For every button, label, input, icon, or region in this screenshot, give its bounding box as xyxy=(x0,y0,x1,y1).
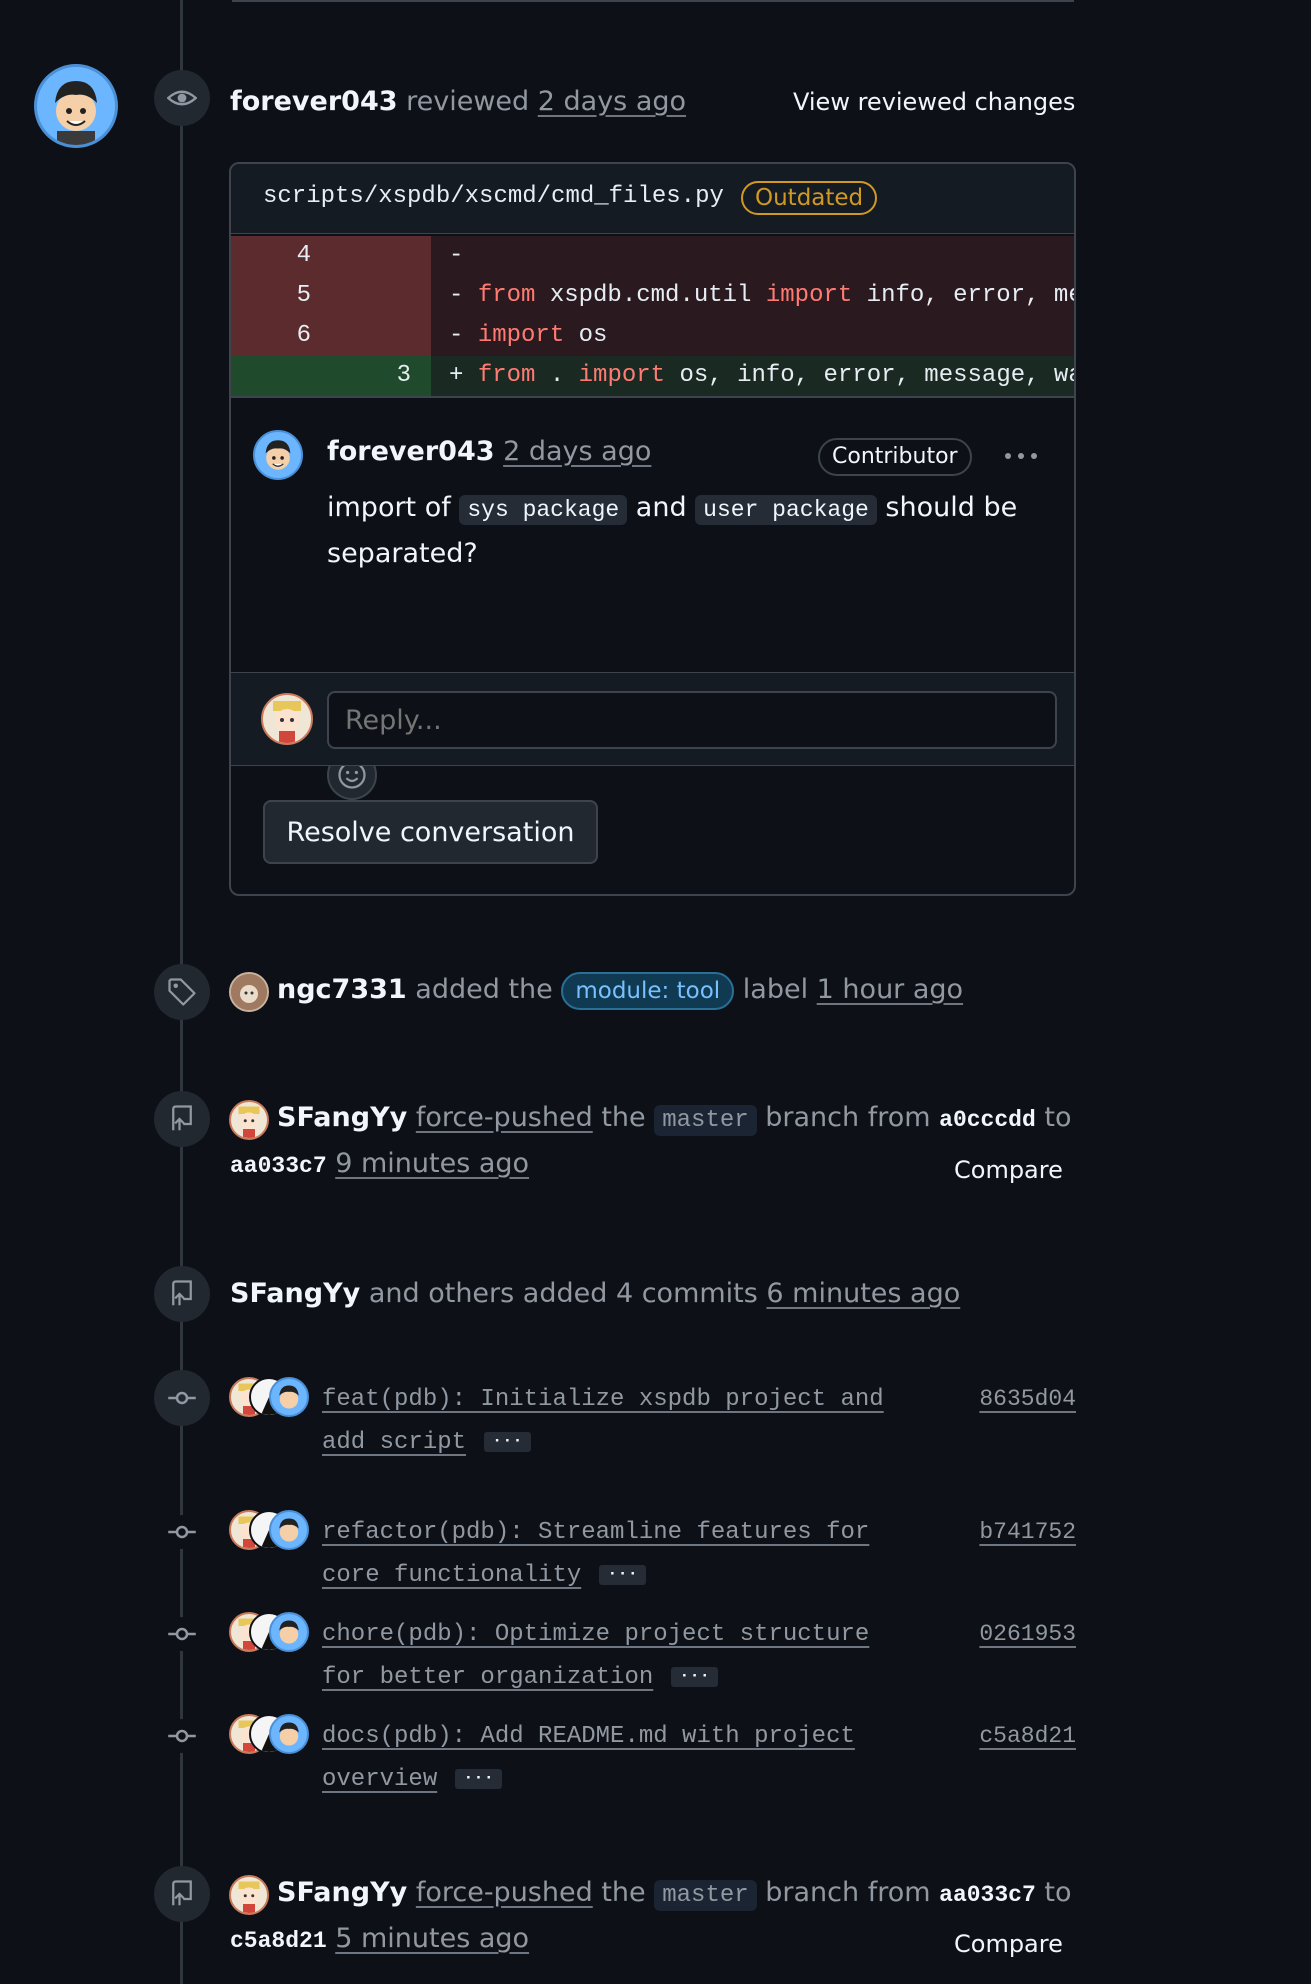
commit-sha[interactable]: 0261953 xyxy=(979,1621,1076,1647)
force-pushed-link[interactable]: force-pushed xyxy=(416,1102,593,1133)
force-pushed-link[interactable]: force-pushed xyxy=(416,1877,593,1908)
commit-sha[interactable]: c5a8d21 xyxy=(979,1723,1076,1749)
tag-icon xyxy=(168,978,196,1006)
push-event-text: SFangYy force-pushed the master branch f… xyxy=(277,1102,1072,1136)
branch-name[interactable]: master xyxy=(654,1105,757,1136)
commit-badge xyxy=(154,1370,210,1426)
commit-link[interactable]: core functionality xyxy=(322,1562,581,1589)
label-event-text: ngc7331 added the module: tool label 1 h… xyxy=(277,972,963,1010)
reviewer-name[interactable]: forever043 xyxy=(230,86,398,117)
commit-authors xyxy=(229,1377,313,1417)
git-commit-icon xyxy=(168,1729,196,1743)
comment-author[interactable]: forever043 xyxy=(327,436,495,467)
outdated-badge: Outdated xyxy=(741,181,878,215)
from-sha[interactable]: a0cccdd xyxy=(939,1107,1036,1133)
commit-link[interactable]: add script xyxy=(322,1429,466,1456)
commit-link[interactable]: chore(pdb): Optimize project structure xyxy=(322,1621,869,1648)
resolve-conversation-button[interactable]: Resolve conversation xyxy=(263,800,598,864)
to-sha[interactable]: c5a8d21 xyxy=(230,1928,327,1954)
commit-message: feat(pdb): Initialize xspdb project and … xyxy=(322,1378,902,1464)
branch-name[interactable]: master xyxy=(654,1880,757,1911)
diff-line-deleted: 4 - xyxy=(231,236,1074,276)
commit-link[interactable]: refactor(pdb): Streamline features for xyxy=(322,1519,869,1546)
pusher-avatar[interactable] xyxy=(229,1100,269,1140)
repo-push-icon xyxy=(172,1880,192,1906)
review-header: forever043 reviewed 2 days ago xyxy=(230,84,686,120)
comment-time[interactable]: 2 days ago xyxy=(503,436,651,467)
review-time[interactable]: 2 days ago xyxy=(538,86,686,117)
commit-badge xyxy=(165,1515,199,1549)
commit-link[interactable]: overview xyxy=(322,1766,437,1793)
kebab-horizontal-icon xyxy=(1005,453,1037,459)
expand-commit-button[interactable]: ··· xyxy=(484,1431,531,1452)
current-user-avatar xyxy=(261,693,313,745)
expand-commit-button[interactable]: ··· xyxy=(599,1564,646,1585)
eye-icon xyxy=(167,90,197,106)
view-reviewed-changes-button[interactable]: View reviewed changes xyxy=(793,84,1075,120)
commit-message: refactor(pdb): Streamline features for c… xyxy=(322,1511,902,1597)
contributor-badge: Contributor xyxy=(818,438,972,476)
push-event-text: SFangYy force-pushed the master branch f… xyxy=(277,1877,1072,1911)
git-commit-icon xyxy=(168,1525,196,1539)
push-time[interactable]: 5 minutes ago xyxy=(335,1923,529,1954)
commit-badge xyxy=(165,1617,199,1651)
review-action: reviewed xyxy=(406,86,530,117)
pusher-name[interactable]: SFangYy xyxy=(277,1102,407,1133)
review-badge xyxy=(154,70,210,126)
commits-event-text: SFangYy and others added 4 commits 6 min… xyxy=(230,1278,961,1309)
label-time[interactable]: 1 hour ago xyxy=(817,974,963,1005)
compare-button[interactable]: Compare xyxy=(954,1156,1063,1184)
labeler-name[interactable]: ngc7331 xyxy=(277,974,407,1005)
repo-push-icon xyxy=(172,1105,192,1131)
commits-time[interactable]: 6 minutes ago xyxy=(766,1278,960,1309)
commit-link[interactable]: feat(pdb): Initialize xspdb project and xyxy=(322,1386,884,1413)
module-tool-label[interactable]: module: tool xyxy=(561,972,735,1010)
commit-authors xyxy=(229,1612,313,1652)
repo-push-icon xyxy=(172,1280,192,1306)
label-badge xyxy=(154,964,210,1020)
diff-line-deleted: 6 - import os xyxy=(231,316,1074,356)
commit-message: chore(pdb): Optimize project structure f… xyxy=(322,1613,902,1699)
labeler-avatar[interactable] xyxy=(229,972,269,1012)
review-comment: forever043 2 days ago Contributor import… xyxy=(231,398,1074,836)
commit-sha[interactable]: b741752 xyxy=(979,1519,1076,1545)
reply-area xyxy=(231,672,1074,766)
from-sha[interactable]: aa033c7 xyxy=(939,1882,1036,1908)
commit-badge xyxy=(165,1719,199,1753)
compare-button[interactable]: Compare xyxy=(954,1930,1063,1958)
push-badge xyxy=(154,1091,210,1147)
to-sha[interactable]: aa033c7 xyxy=(230,1153,327,1179)
commit-sha[interactable]: 8635d04 xyxy=(979,1386,1076,1412)
reviewer-avatar[interactable] xyxy=(34,64,118,148)
diff-line-deleted: 5 - from xspdb.cmd.util import info, err… xyxy=(231,276,1074,316)
commits-badge xyxy=(154,1266,210,1322)
git-commit-icon xyxy=(168,1391,196,1405)
push-badge xyxy=(154,1866,210,1922)
file-header: scripts/xspdb/xscmd/cmd_files.py Outdate… xyxy=(231,164,1074,234)
commit-link[interactable]: for better organization xyxy=(322,1664,653,1691)
expand-commit-button[interactable]: ··· xyxy=(455,1768,502,1789)
pusher-avatar[interactable] xyxy=(229,1875,269,1915)
push-time[interactable]: 9 minutes ago xyxy=(335,1148,529,1179)
reply-input[interactable] xyxy=(327,691,1057,749)
commit-link[interactable]: docs(pdb): Add README.md with project xyxy=(322,1723,855,1750)
comment-author-avatar[interactable] xyxy=(253,430,303,480)
git-commit-icon xyxy=(168,1627,196,1641)
comment-body: import of sys package and user package s… xyxy=(327,492,1018,569)
pusher-name[interactable]: SFangYy xyxy=(277,1877,407,1908)
top-divider xyxy=(232,0,1074,2)
expand-commit-button[interactable]: ··· xyxy=(671,1666,718,1687)
commit-authors xyxy=(229,1510,313,1550)
commit-authors xyxy=(229,1714,313,1754)
review-thread: scripts/xspdb/xscmd/cmd_files.py Outdate… xyxy=(229,162,1076,896)
committer-name[interactable]: SFangYy xyxy=(230,1278,360,1309)
file-path[interactable]: scripts/xspdb/xscmd/cmd_files.py xyxy=(263,183,724,210)
commit-message: docs(pdb): Add README.md with project ov… xyxy=(322,1715,902,1801)
diff-line-added: 3 + from . import os, info, error, messa… xyxy=(231,356,1074,396)
comment-options-button[interactable] xyxy=(1001,440,1041,472)
